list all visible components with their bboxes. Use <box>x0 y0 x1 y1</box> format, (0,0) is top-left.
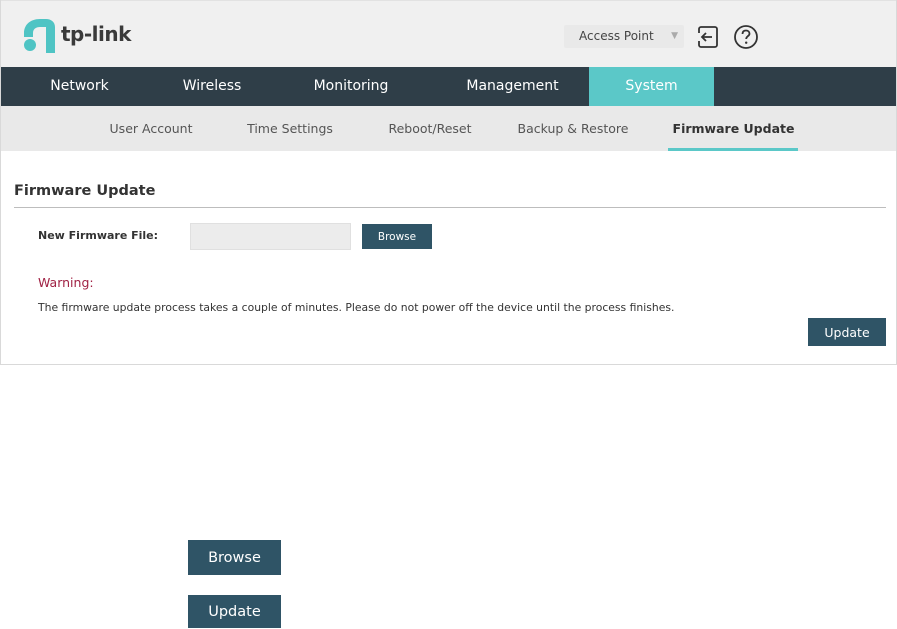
warning-label: Warning: <box>38 275 94 290</box>
chevron-down-icon: ▼ <box>671 31 678 41</box>
section-title: Firmware Update <box>14 183 156 199</box>
tab-system[interactable]: System <box>589 67 714 106</box>
browse-button[interactable]: Browse <box>362 224 432 249</box>
main-nav: Network Wireless Monitoring Management S… <box>1 67 896 106</box>
top-header: tp-link Access Point ▼ <box>1 0 896 67</box>
tp-link-logo-icon <box>24 19 55 53</box>
help-icon[interactable] <box>733 24 759 50</box>
tab-wireless[interactable]: Wireless <box>158 67 266 106</box>
subtab-backup-restore[interactable]: Backup & Restore <box>507 106 639 151</box>
mode-select-value: Access Point <box>579 29 654 43</box>
update-button-large[interactable]: Update <box>188 595 281 628</box>
subtab-reboot-reset[interactable]: Reboot/Reset <box>376 106 484 151</box>
firmware-file-field[interactable] <box>190 223 351 250</box>
subtab-time-settings[interactable]: Time Settings <box>234 106 346 151</box>
subtab-firmware-update[interactable]: Firmware Update <box>668 106 799 151</box>
tab-monitoring[interactable]: Monitoring <box>266 67 436 106</box>
mode-select[interactable]: Access Point ▼ <box>564 25 684 48</box>
update-button[interactable]: Update <box>808 318 886 346</box>
logout-icon[interactable] <box>696 25 720 49</box>
section-divider <box>14 207 886 208</box>
brand-name: tp-link <box>61 22 131 46</box>
active-subtab-indicator <box>668 148 798 151</box>
tab-network[interactable]: Network <box>1 67 158 106</box>
tab-management[interactable]: Management <box>436 67 589 106</box>
sub-nav: User Account Time Settings Reboot/Reset … <box>1 106 896 151</box>
warning-text: The firmware update process takes a coup… <box>38 301 675 314</box>
browse-button-large[interactable]: Browse <box>188 540 281 575</box>
subtab-user-account[interactable]: User Account <box>96 106 206 151</box>
firmware-file-label: New Firmware File: <box>38 229 159 242</box>
